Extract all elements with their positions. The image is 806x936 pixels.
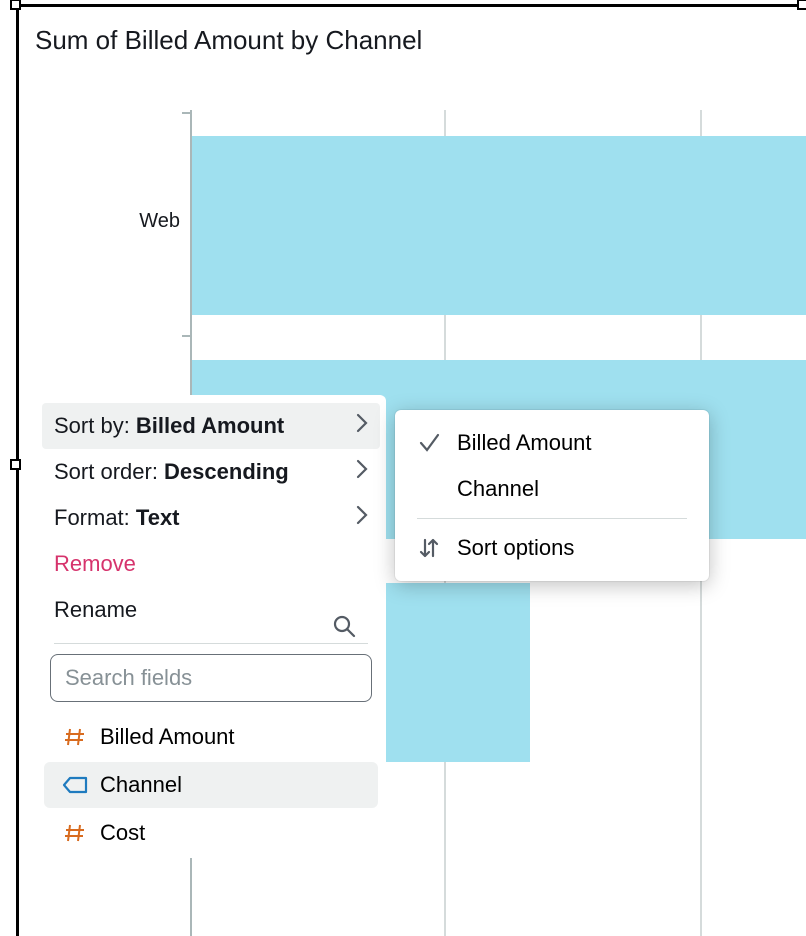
sort-by-label: Sort by: <box>54 413 136 438</box>
field-billed-amount[interactable]: Billed Amount <box>44 714 378 760</box>
check-icon <box>417 431 441 455</box>
remove-label: Remove <box>54 551 136 577</box>
resize-handle-mid-left[interactable] <box>10 459 21 470</box>
submenu-item-channel[interactable]: Channel <box>395 466 709 512</box>
menu-divider <box>54 643 368 644</box>
chevron-right-icon <box>356 413 368 439</box>
chevron-right-icon <box>356 459 368 485</box>
sort-by-value: Billed Amount <box>136 413 284 438</box>
dimension-field-icon <box>62 776 88 794</box>
sort-arrows-icon <box>417 536 441 560</box>
field-channel[interactable]: Channel <box>44 762 378 808</box>
sort-order-label: Sort order: <box>54 459 164 484</box>
chart-title: Sum of Billed Amount by Channel <box>35 25 422 56</box>
submenu-label: Billed Amount <box>457 430 592 456</box>
submenu-label: Sort options <box>457 535 574 561</box>
search-fields-wrap <box>50 654 372 702</box>
sort-order-value: Descending <box>164 459 289 484</box>
rename-label: Rename <box>54 597 137 623</box>
number-field-icon <box>62 822 88 844</box>
search-fields-input[interactable] <box>50 654 372 702</box>
format-value: Text <box>136 505 180 530</box>
chart-bar[interactable] <box>192 136 806 315</box>
menu-item-sort-by[interactable]: Sort by: Billed Amount <box>42 403 380 449</box>
menu-item-remove[interactable]: Remove <box>36 541 386 587</box>
sort-by-submenu: Billed Amount Channel Sort options <box>395 410 709 581</box>
resize-handle-top-left[interactable] <box>10 0 21 10</box>
menu-item-format[interactable]: Format: Text <box>36 495 386 541</box>
axis-label: Web <box>90 210 180 233</box>
submenu-item-billed-amount[interactable]: Billed Amount <box>395 420 709 466</box>
field-label: Channel <box>100 772 182 798</box>
field-cost[interactable]: Cost <box>44 810 378 856</box>
submenu-label: Channel <box>457 476 539 502</box>
chevron-right-icon <box>356 505 368 531</box>
number-field-icon <box>62 726 88 748</box>
field-context-menu: Sort by: Billed Amount Sort order: Desce… <box>36 395 386 858</box>
submenu-item-sort-options[interactable]: Sort options <box>395 525 709 571</box>
format-label: Format: <box>54 505 136 530</box>
field-label: Billed Amount <box>100 724 235 750</box>
menu-divider <box>417 518 687 519</box>
search-icon <box>332 614 356 643</box>
axis-tick <box>182 112 190 114</box>
axis-tick <box>182 335 190 337</box>
resize-handle-top-right[interactable] <box>797 0 806 10</box>
field-label: Cost <box>100 820 145 846</box>
menu-item-sort-order[interactable]: Sort order: Descending <box>36 449 386 495</box>
